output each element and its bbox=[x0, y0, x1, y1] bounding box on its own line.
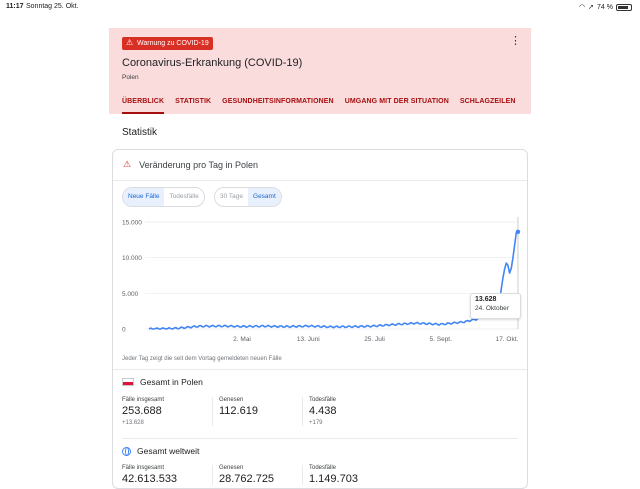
data-point bbox=[515, 229, 521, 234]
range-toggle: 30 Tage Gesamt bbox=[214, 187, 282, 207]
poland-flag-icon bbox=[122, 378, 134, 386]
divider bbox=[113, 180, 527, 181]
stat-world-recovered: Genesen 28.762.725 bbox=[212, 465, 302, 485]
stat-deaths: Todesfälle 4.438 +179 bbox=[302, 397, 392, 426]
covid-warning-badge[interactable]: ⚠ Warnung zu COVID-19 bbox=[122, 37, 213, 50]
section-title: Statistik bbox=[122, 127, 158, 138]
toggle-new-cases[interactable]: Neue Fälle bbox=[123, 188, 165, 206]
world-heading-label: Gesamt weltweit bbox=[137, 446, 200, 456]
page-subtitle: Polen bbox=[122, 74, 139, 81]
chart-note: Jeder Tag zeigt die seit dem Vortag geme… bbox=[122, 356, 282, 362]
stat-label: Fälle insgesamt bbox=[122, 465, 165, 471]
stat-label: Todesfälle bbox=[309, 397, 337, 403]
tab-overview[interactable]: ÜBERBLICK bbox=[122, 98, 165, 114]
status-right: ◠ ➚ 74 % bbox=[579, 3, 632, 11]
divider bbox=[113, 369, 527, 370]
toggle-30-days[interactable]: 30 Tage bbox=[215, 188, 248, 206]
y-tick-label: 0 bbox=[122, 327, 126, 334]
x-tick-label: 2. Mai bbox=[233, 336, 251, 343]
tab-bar: ÜBERBLICK STATISTIK GESUNDHEITSINFORMATI… bbox=[122, 98, 516, 114]
y-tick-label: 10.000 bbox=[122, 255, 142, 262]
warning-outline-icon: ⚠ bbox=[123, 159, 132, 169]
chart-tooltip: 13.628 24. Oktober bbox=[470, 293, 521, 319]
stat-label: Todesfälle bbox=[309, 465, 337, 471]
card-title: Veränderung pro Tag in Polen bbox=[139, 159, 259, 170]
stat-world-total-cases: Fälle insgesamt 42.613.533 bbox=[122, 465, 212, 485]
warning-icon: ⚠ bbox=[126, 38, 134, 47]
statistics-card: ⚠ Veränderung pro Tag in Polen Neue Fäll… bbox=[112, 149, 528, 489]
stat-value: 1.149.703 bbox=[309, 473, 358, 485]
stat-world-deaths: Todesfälle 1.149.703 bbox=[302, 465, 392, 485]
stat-value: 28.762.725 bbox=[219, 473, 275, 485]
tab-coping[interactable]: UMGANG MIT DER SITUATION bbox=[345, 98, 449, 114]
poland-total-heading: Gesamt in Polen bbox=[122, 377, 203, 387]
tooltip-value: 13.628 bbox=[475, 296, 497, 303]
wifi-icon: ◠ bbox=[579, 4, 586, 11]
stat-delta: +13.628 bbox=[122, 420, 144, 426]
card-header: ⚠ Veränderung pro Tag in Polen bbox=[123, 159, 258, 170]
poland-heading-label: Gesamt in Polen bbox=[140, 377, 203, 387]
battery-percent: 74 % bbox=[597, 3, 613, 11]
stat-delta: +179 bbox=[309, 420, 323, 426]
tab-headlines[interactable]: SCHLAGZEILEN bbox=[460, 98, 516, 114]
stat-label: Fälle insgesamt bbox=[122, 397, 165, 403]
more-options-icon[interactable]: ⋮ bbox=[510, 36, 521, 47]
battery-icon bbox=[616, 3, 632, 11]
status-bar: 11:17 Sonntag 25. Okt. ◠ ➚ 74 % bbox=[0, 0, 640, 14]
x-tick-label: 17. Okt. bbox=[496, 336, 519, 343]
tab-statistics[interactable]: STATISTIK bbox=[175, 98, 211, 114]
tab-health-info[interactable]: GESUNDHEITSINFORMATIONEN bbox=[222, 98, 334, 114]
stat-total-cases: Fälle insgesamt 253.688 +13.628 bbox=[122, 397, 212, 426]
tooltip-date: 24. Oktober bbox=[475, 305, 509, 312]
divider bbox=[122, 438, 518, 439]
metric-toggle: Neue Fälle Todesfälle bbox=[122, 187, 205, 207]
toggle-deaths[interactable]: Todesfälle bbox=[164, 188, 203, 206]
stat-value: 253.688 bbox=[122, 405, 162, 417]
location-icon: ➚ bbox=[588, 4, 595, 11]
daily-cases-chart[interactable]: 15.000 10.000 5.000 0 2. Mai 13. Juni 25. Juli… bbox=[113, 212, 528, 352]
toggle-total[interactable]: Gesamt bbox=[248, 188, 281, 206]
globe-icon bbox=[122, 446, 131, 456]
series-line bbox=[148, 231, 519, 330]
poland-stats: Fälle insgesamt 253.688 +13.628 Genesen … bbox=[122, 397, 392, 426]
world-stats: Fälle insgesamt 42.613.533 Genesen 28.76… bbox=[122, 465, 392, 485]
x-tick-label: 13. Juni bbox=[297, 336, 320, 343]
world-total-heading: Gesamt weltweit bbox=[122, 446, 199, 456]
stat-label: Genesen bbox=[219, 465, 244, 471]
status-date: Sonntag 25. Okt. bbox=[26, 3, 79, 10]
stat-value: 4.438 bbox=[309, 405, 337, 417]
stat-value: 112.619 bbox=[219, 405, 258, 417]
covid-header: ⚠ Warnung zu COVID-19 ⋮ Coronavirus-Erkr… bbox=[109, 28, 531, 114]
stat-label: Genesen bbox=[219, 397, 244, 403]
x-tick-label: 25. Juli bbox=[364, 336, 385, 343]
y-tick-label: 5.000 bbox=[122, 291, 139, 298]
warning-badge-label: Warnung zu COVID-19 bbox=[137, 40, 209, 47]
stat-value: 42.613.533 bbox=[122, 473, 178, 485]
y-tick-label: 15.000 bbox=[122, 220, 142, 227]
status-time: 11:17 bbox=[6, 3, 24, 10]
stat-recovered: Genesen 112.619 bbox=[212, 397, 302, 426]
page-title: Coronavirus-Erkrankung (COVID-19) bbox=[122, 57, 303, 69]
x-tick-label: 5. Sept. bbox=[430, 336, 453, 343]
